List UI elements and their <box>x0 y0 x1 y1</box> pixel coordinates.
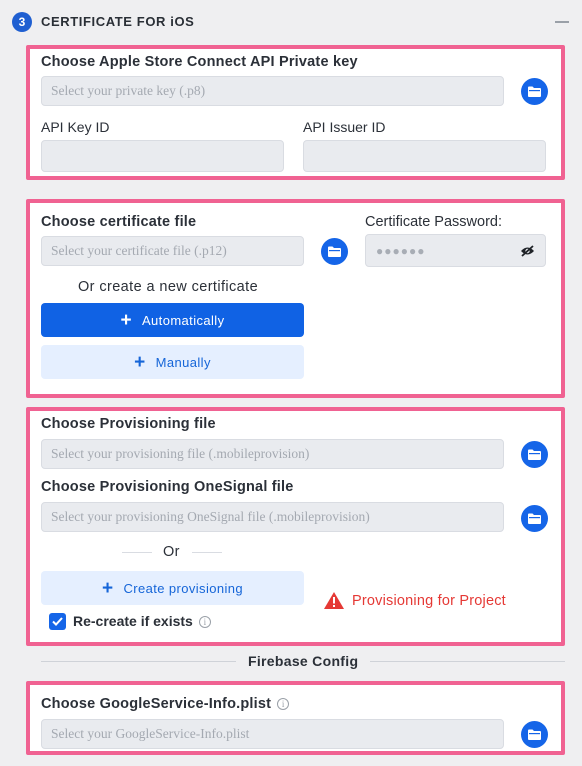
api-issuer-id-label: API Issuer ID <box>303 119 386 135</box>
cert-file-browse-button[interactable] <box>321 238 348 265</box>
section-title: CERTIFICATE FOR iOS <box>41 14 195 29</box>
plus-icon: + <box>101 577 114 599</box>
or-create-certificate-text: Or create a new certificate <box>78 279 259 295</box>
provisioning-browse-button[interactable] <box>521 441 548 468</box>
plist-input[interactable]: Select your GoogleService-Info.plist <box>41 719 504 749</box>
manually-label: Manually <box>155 354 211 370</box>
step-number-badge: 3 <box>12 12 32 32</box>
manually-button[interactable]: + Manually <box>41 345 304 379</box>
private-key-label: Choose Apple Store Connect API Private k… <box>41 54 358 70</box>
private-key-browse-button[interactable] <box>521 78 548 105</box>
info-icon[interactable]: i <box>277 698 290 711</box>
folder-icon <box>528 729 541 740</box>
cert-password-label: Certificate Password: <box>365 214 502 230</box>
private-key-input[interactable]: Select your private key (.p8) <box>41 76 504 106</box>
recreate-label-text: Re-create if exists <box>73 613 193 629</box>
plist-label: Choose GoogleService-Info.plist i <box>41 696 290 712</box>
api-key-id-input[interactable] <box>41 140 284 172</box>
folder-icon <box>528 449 541 460</box>
firebase-section-title: Firebase Config <box>248 653 359 669</box>
provisioning-warning-text: Provisioning for Project <box>352 593 506 609</box>
api-key-id-label: API Key ID <box>41 119 110 135</box>
plist-label-text: Choose GoogleService-Info.plist <box>41 696 272 712</box>
or-divider-left <box>122 552 152 553</box>
provisioning-card: Choose Provisioning file Select your pro… <box>26 407 565 646</box>
eye-slash-icon[interactable] <box>520 244 535 257</box>
api-key-card: Choose Apple Store Connect API Private k… <box>26 45 565 180</box>
firebase-card: Choose GoogleService-Info.plist i Select … <box>26 681 565 755</box>
plist-browse-button[interactable] <box>521 721 548 748</box>
password-masked-value: ●●●●●● <box>376 243 426 258</box>
firebase-divider-right <box>370 661 565 662</box>
folder-icon <box>528 86 541 97</box>
api-issuer-id-input[interactable] <box>303 140 546 172</box>
plus-icon: + <box>120 309 132 331</box>
cert-file-input[interactable]: Select your certificate file (.p12) <box>41 236 304 266</box>
create-provisioning-button[interactable]: + Create provisioning <box>41 571 304 605</box>
cert-password-input[interactable]: ●●●●●● <box>365 234 546 267</box>
plus-icon: + <box>134 351 146 373</box>
onesignal-browse-button[interactable] <box>521 505 548 532</box>
or-text: Or <box>163 544 180 560</box>
automatically-label: Automatically <box>141 312 225 328</box>
create-provisioning-label: Create provisioning <box>123 580 244 596</box>
checkmark-icon <box>52 617 63 626</box>
or-divider-right <box>192 552 222 553</box>
onesignal-file-input[interactable]: Select your provisioning OneSignal file … <box>41 502 504 532</box>
recreate-checkbox[interactable] <box>49 613 66 630</box>
certificate-card: Choose certificate file Select your cert… <box>26 199 565 398</box>
folder-icon <box>328 246 341 257</box>
collapse-icon[interactable] <box>555 21 569 23</box>
folder-icon <box>528 513 541 524</box>
firebase-divider-left <box>41 661 236 662</box>
info-icon[interactable]: i <box>198 616 211 629</box>
provisioning-file-label: Choose Provisioning file <box>41 416 216 432</box>
onesignal-file-label: Choose Provisioning OneSignal file <box>41 479 294 495</box>
recreate-label: Re-create if exists i <box>73 613 211 629</box>
cert-file-label: Choose certificate file <box>41 214 197 230</box>
warning-icon <box>324 592 344 609</box>
automatically-button[interactable]: + Automatically <box>41 303 304 337</box>
provisioning-file-input[interactable]: Select your provisioning file (.mobilepr… <box>41 439 504 469</box>
